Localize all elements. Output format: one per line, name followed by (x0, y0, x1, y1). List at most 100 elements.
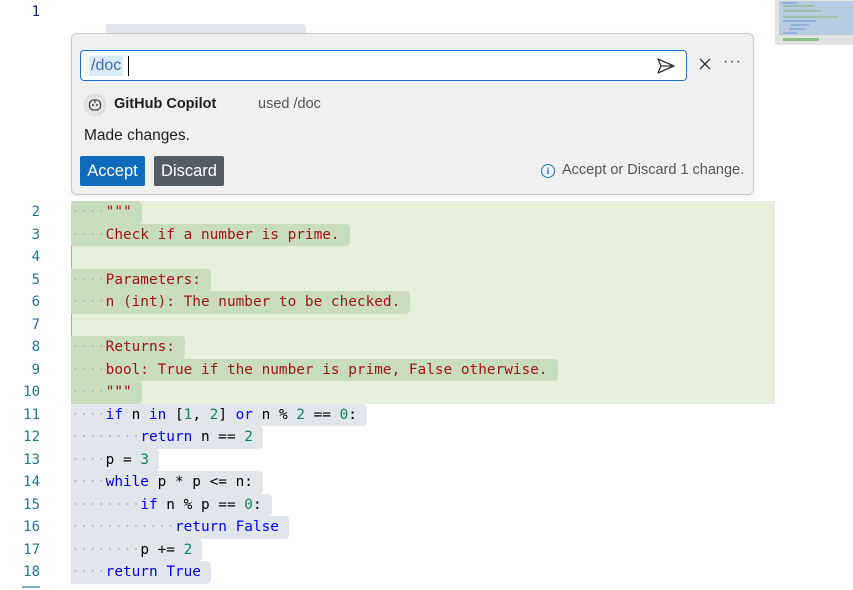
added-text-highlight: ····Parameters: (71, 268, 211, 291)
code-highlight: ········return n == 2 (71, 426, 263, 449)
code-line-17[interactable]: ········p += 2 (71, 538, 203, 561)
whitespace-dots: ···· (71, 564, 106, 580)
whitespace-dots: ···· (71, 474, 106, 490)
number-token: 3 (140, 451, 149, 468)
keyword-token: True (166, 564, 201, 580)
code-token: == (304, 406, 340, 423)
code-line-15[interactable]: ········if n % p == 0: (71, 493, 272, 516)
whitespace-dots: ···· (71, 271, 106, 288)
minimap[interactable] (775, 0, 853, 45)
code-token: n (122, 406, 149, 423)
agent-action: used /doc (258, 96, 321, 112)
code-line-6[interactable]: ····n (int): The number to be checked. (71, 291, 411, 314)
number-token: 2 (244, 429, 253, 445)
accept-button[interactable]: Accept (80, 156, 145, 186)
number-token: 0 (339, 406, 349, 423)
minimap-line (783, 16, 838, 18)
code-token: [ (166, 406, 184, 423)
added-text-highlight: ····""" (71, 381, 142, 404)
line-number: 13 (23, 451, 40, 468)
line-number: 18 (23, 564, 40, 580)
added-text-highlight: ····Check if a number is prime. (71, 223, 350, 246)
code-line-13[interactable]: ····p = 3 (71, 448, 159, 471)
chat-input-value[interactable]: /doc (89, 56, 124, 76)
keyword-token: return (105, 564, 158, 580)
code-token: n == (192, 429, 245, 445)
code-line-14[interactable]: ····while p * p <= n: (71, 471, 263, 494)
line-number: 9 (31, 361, 40, 378)
code-token: : (252, 496, 262, 513)
more-actions-icon[interactable]: ··· (723, 53, 742, 71)
line-number: 5 (31, 271, 40, 288)
added-text-highlight (71, 246, 90, 269)
number-token: 0 (244, 496, 253, 513)
text-caret (128, 56, 129, 76)
line-number-partial (22, 586, 40, 590)
whitespace-dots: ············ (71, 519, 175, 535)
change-status-text: Accept or Discard 1 change. (562, 162, 745, 178)
keyword-token: return (140, 429, 193, 445)
discard-button[interactable]: Discard (154, 156, 224, 186)
docstring-text: Returns: (105, 339, 175, 355)
code-line-9[interactable]: ····bool: True if the number is prime, F… (71, 358, 558, 381)
minimap-line (789, 28, 805, 30)
whitespace-dots: ···· (71, 294, 106, 310)
code-line-8[interactable]: ····Returns: (71, 336, 185, 359)
added-text-highlight: ····Returns: (71, 336, 185, 359)
info-icon: i (541, 164, 555, 178)
line-number: 7 (31, 316, 40, 333)
code-line-18[interactable]: ····return True (71, 561, 211, 584)
chat-response: Made changes. (84, 127, 190, 144)
whitespace-dots: ···· (71, 384, 106, 400)
line-number: 2 (31, 204, 40, 220)
whitespace-dots: ········ (71, 541, 141, 558)
send-icon[interactable] (656, 57, 676, 75)
docstring-text: n (int): The number to be checked. (105, 294, 401, 310)
code-editor[interactable]: 1 def is_prime(n): /doc ··· GitHub Copil… (0, 0, 853, 590)
code-highlight: ············return False (71, 516, 289, 539)
inline-chat-widget: /doc ··· GitHub Copilot used /doc Made c… (71, 33, 754, 195)
code-token: : (348, 406, 357, 423)
code-line-11[interactable]: ····if n in [1, 2] or n % 2 == 0: (71, 403, 367, 426)
docstring-text: Check if a number is prime. (105, 226, 340, 243)
code-line-10[interactable]: ····""" (71, 381, 142, 404)
minimap-status (783, 38, 819, 41)
line-number: 10 (23, 384, 40, 400)
code-token: n % p == (157, 496, 245, 513)
docstring-text: """ (105, 204, 132, 220)
keyword-token: return (174, 519, 227, 535)
code-line-3[interactable]: ····Check if a number is prime. (71, 223, 350, 246)
code-line-12[interactable]: ········return n == 2 (71, 426, 263, 449)
whitespace-dots: ···· (71, 226, 106, 243)
added-text-highlight: ····n (int): The number to be checked. (71, 291, 411, 314)
code-line-16[interactable]: ············return False (71, 516, 289, 539)
code-line-5[interactable]: ····Parameters: (71, 268, 211, 291)
chat-input[interactable]: /doc (80, 50, 687, 81)
copilot-icon (88, 99, 102, 111)
code-line-7[interactable] (71, 314, 90, 337)
code-line-2[interactable]: ····""" (71, 201, 142, 224)
docstring-text: bool: True if the number is prime, False… (105, 361, 548, 378)
code-line-1[interactable]: def is_prime(n): (71, 1, 307, 65)
close-icon[interactable] (697, 56, 713, 72)
code-highlight: ····return True (71, 561, 211, 584)
whitespace-dots: ···· (71, 451, 106, 468)
line-number: 14 (23, 474, 40, 490)
minimap-line (783, 10, 821, 12)
code-token: p += (140, 541, 184, 558)
code-highlight: ····while p * p <= n: (71, 471, 263, 494)
code-line-4[interactable] (71, 246, 90, 269)
line-number: 4 (31, 249, 40, 265)
code-token: p = (105, 451, 141, 468)
added-text-highlight: ····bool: True if the number is prime, F… (71, 358, 558, 381)
whitespace-dots: ···· (71, 339, 106, 355)
minimap-line (791, 24, 809, 26)
line-number: 15 (23, 496, 40, 513)
line-number: 6 (31, 294, 40, 310)
added-text-highlight: ····""" (71, 201, 142, 224)
code-highlight: ········if n % p == 0: (71, 493, 272, 516)
line-number: 12 (23, 429, 40, 445)
copilot-avatar (84, 94, 106, 116)
whitespace-dots: ···· (71, 361, 106, 378)
